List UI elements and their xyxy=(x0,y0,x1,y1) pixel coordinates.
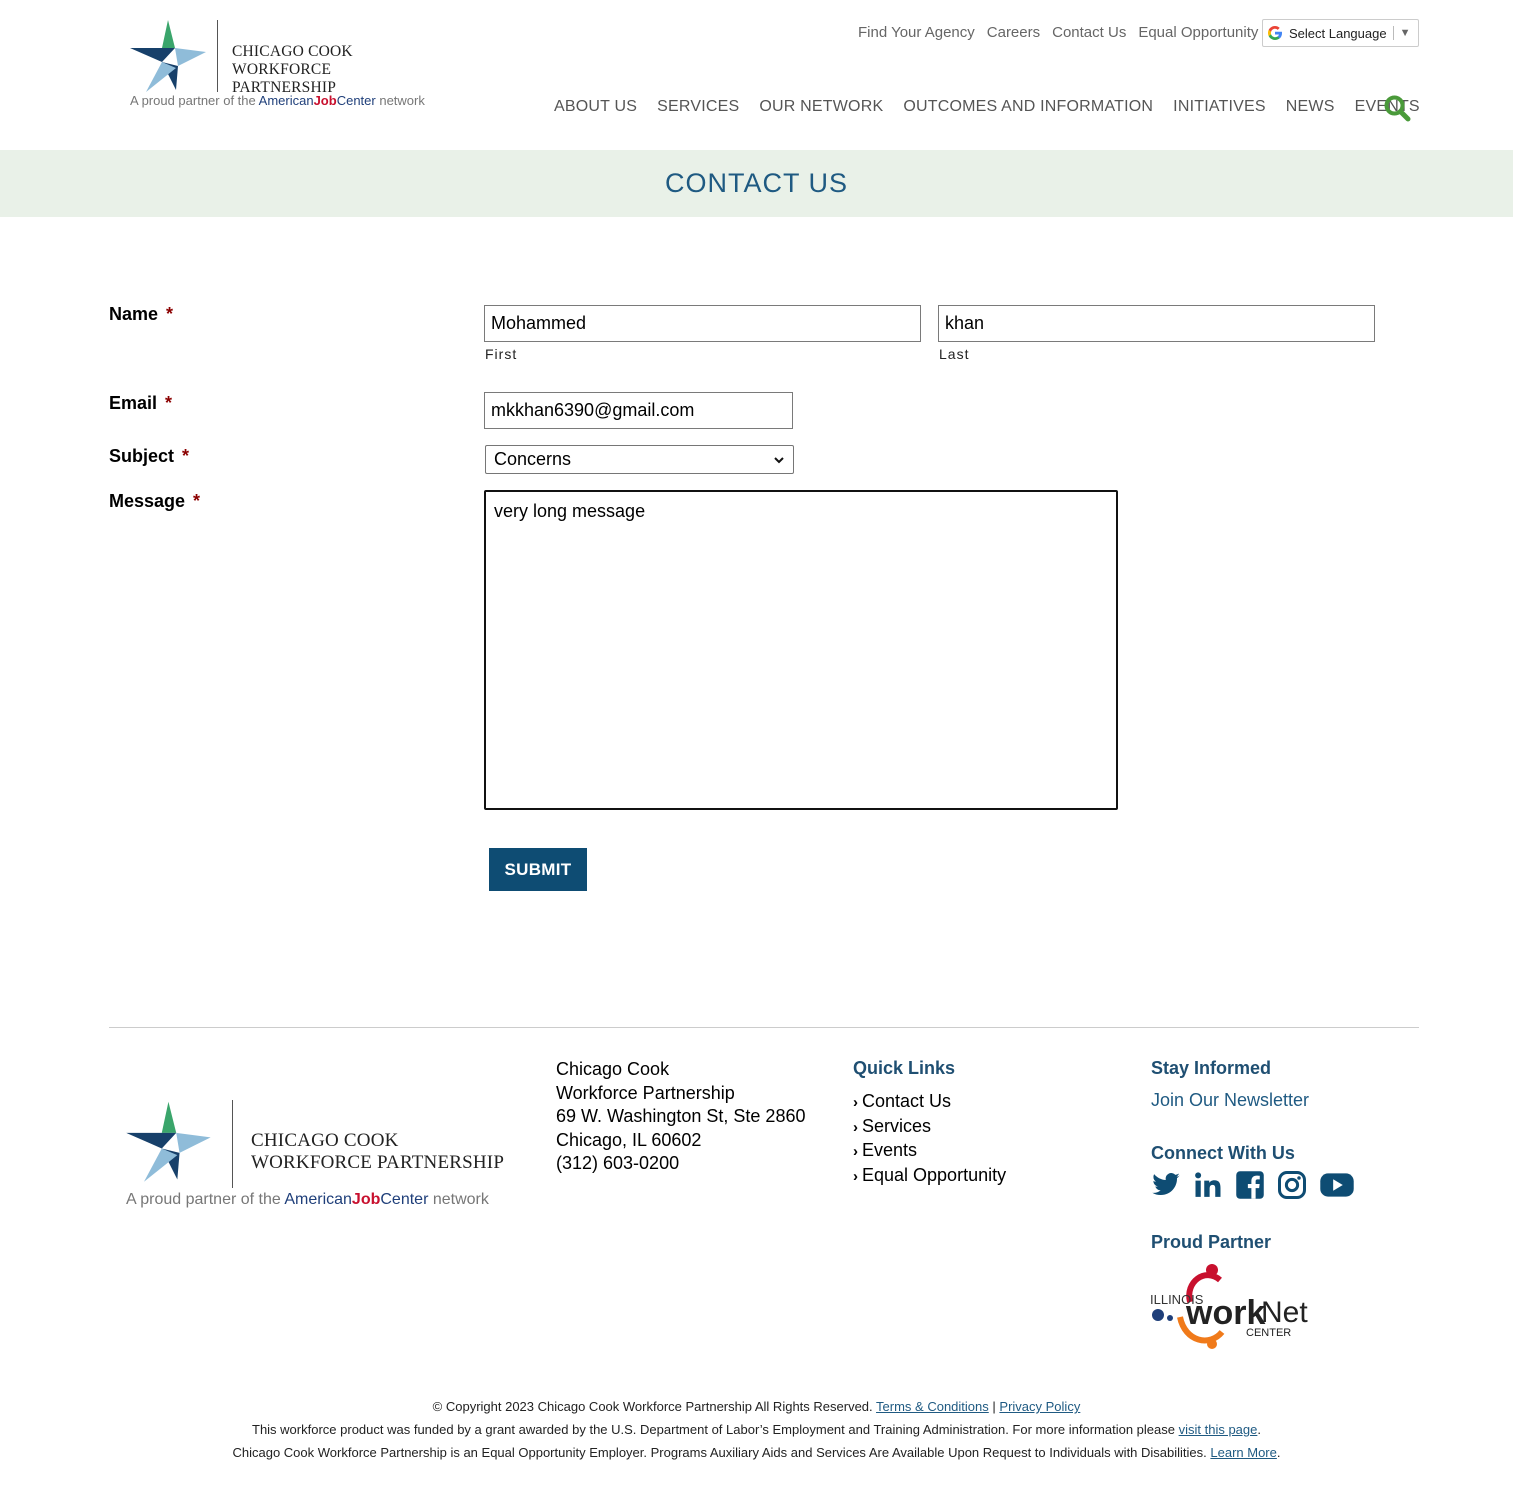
subject-select[interactable]: Concerns xyxy=(485,445,794,474)
search-icon[interactable] xyxy=(1383,94,1411,122)
quick-link-contact-us[interactable]: Contact Us xyxy=(862,1091,951,1111)
svg-text:Net: Net xyxy=(1261,1296,1308,1329)
connect-heading: Connect With Us xyxy=(1151,1143,1295,1163)
equal-opportunity-line: Chicago Cook Workforce Partnership is an… xyxy=(232,1445,1281,1460)
nav-about-us[interactable]: ABOUT US xyxy=(554,98,637,116)
nav-outcomes-and-information[interactable]: OUTCOMES AND INFORMATION xyxy=(903,98,1153,116)
star-logo-icon xyxy=(126,1101,211,1182)
language-selector[interactable]: Select Language ▼ xyxy=(1262,19,1419,47)
site-logo[interactable]: CHICAGO COOK WORKFORCE PARTNERSHIP A pro… xyxy=(128,18,438,112)
required-marker: * xyxy=(166,304,174,324)
nav-initiatives[interactable]: INITIATIVES xyxy=(1173,98,1266,116)
main-nav: ABOUT US SERVICES OUR NETWORK OUTCOMES A… xyxy=(554,98,1440,116)
svg-text:CENTER: CENTER xyxy=(1246,1327,1291,1339)
quick-link-events[interactable]: Events xyxy=(862,1140,917,1160)
first-name-sublabel: First xyxy=(485,346,518,362)
util-link-equal-opportunity[interactable]: Equal Opportunity xyxy=(1138,24,1258,44)
instagram-icon[interactable] xyxy=(1277,1170,1307,1200)
quick-links-heading: Quick Links xyxy=(853,1058,956,1078)
first-name-input[interactable]: Mohammed xyxy=(484,305,921,342)
google-icon xyxy=(1268,26,1282,40)
name-label: Name * xyxy=(109,304,174,324)
funding-line: This workforce product was funded by a g… xyxy=(252,1422,1261,1437)
utility-nav: Find Your Agency Careers Contact Us Equa… xyxy=(852,24,1264,44)
facebook-icon[interactable] xyxy=(1235,1170,1265,1200)
logo-wordmark: CHICAGO COOK WORKFORCE PARTNERSHIP xyxy=(251,1130,505,1173)
logo-tagline: A proud partner of the AmericanJobCenter… xyxy=(126,1191,489,1208)
nav-news[interactable]: NEWS xyxy=(1286,98,1335,116)
chevron-right-icon: › xyxy=(853,1094,858,1111)
util-link-careers[interactable]: Careers xyxy=(987,24,1040,44)
util-link-find-agency[interactable]: Find Your Agency xyxy=(858,24,975,44)
page-title: CONTACT US xyxy=(664,168,848,198)
nav-services[interactable]: SERVICES xyxy=(657,98,739,116)
worknet-logo-icon: ILLINOIS work Net CENTER xyxy=(1150,1264,1308,1349)
chevron-right-icon: › xyxy=(853,1118,858,1136)
copyright-line: © Copyright 2023 Chicago Cook Workforce … xyxy=(432,1399,1081,1414)
footer-phone: (312) 603-0200 xyxy=(556,1153,680,1173)
chevron-right-icon: › xyxy=(853,1143,858,1160)
proud-partner-heading: Proud Partner xyxy=(1151,1232,1272,1252)
logo-tagline: A proud partner of the AmericanJobCenter… xyxy=(130,93,425,108)
message-textarea[interactable]: very long message xyxy=(484,490,1118,810)
language-divider xyxy=(1392,26,1394,40)
newsletter-link[interactable]: Join Our Newsletter xyxy=(1151,1090,1309,1111)
quick-link-equal-opportunity[interactable]: Equal Opportunity xyxy=(862,1165,1006,1185)
nav-our-network[interactable]: OUR NETWORK xyxy=(759,98,883,116)
logo-wordmark: CHICAGO COOK WORKFORCE PARTNERSHIP xyxy=(232,43,353,96)
site-header: CHICAGO COOK WORKFORCE PARTNERSHIP A pro… xyxy=(0,0,1513,150)
learn-more-link[interactable]: Learn More xyxy=(1210,1445,1276,1460)
twitter-icon[interactable] xyxy=(1151,1170,1181,1200)
required-marker: * xyxy=(182,446,190,466)
subject-label: Subject * xyxy=(109,446,190,466)
dropdown-arrow-icon: ▼ xyxy=(1399,27,1411,39)
visit-this-page-link[interactable]: visit this page xyxy=(1179,1422,1258,1437)
page-banner: CONTACT US xyxy=(0,150,1513,217)
last-name-input[interactable]: khan xyxy=(938,305,1375,342)
quick-link-services[interactable]: Services xyxy=(862,1116,931,1136)
social-links xyxy=(1151,1170,1355,1200)
chevron-down-icon xyxy=(774,456,784,463)
linkedin-icon[interactable] xyxy=(1193,1170,1223,1200)
required-marker: * xyxy=(165,393,173,413)
required-marker: * xyxy=(193,491,201,511)
language-label: Select Language xyxy=(1289,25,1387,41)
quick-links-list: › Contact Us › Services › Events › Equal Opp… xyxy=(853,1090,1006,1188)
email-input[interactable]: mkkhan6390@gmail.com xyxy=(484,392,793,429)
subject-selected-value: Concerns xyxy=(494,449,572,469)
email-label: Email * xyxy=(109,393,173,413)
last-name-sublabel: Last xyxy=(939,346,970,362)
youtube-icon[interactable] xyxy=(1319,1170,1355,1200)
logo-divider xyxy=(217,20,218,92)
chevron-right-icon: › xyxy=(853,1167,858,1185)
privacy-link[interactable]: Privacy Policy xyxy=(999,1399,1080,1414)
footer-address: Chicago Cook Workforce Partnership 69 W.… xyxy=(556,1058,805,1176)
star-logo-icon xyxy=(130,20,206,92)
util-link-contact-us[interactable]: Contact Us xyxy=(1052,24,1126,44)
message-label: Message * xyxy=(109,491,201,511)
terms-link[interactable]: Terms & Conditions xyxy=(876,1399,989,1414)
illinois-worknet-logo[interactable]: ILLINOIS work Net CENTER xyxy=(1150,1262,1330,1352)
logo-divider xyxy=(232,1100,233,1188)
footer-logo[interactable]: CHICAGO COOK WORKFORCE PARTNERSHIP A pro… xyxy=(124,1098,509,1213)
submit-button[interactable]: SUBMIT xyxy=(489,848,587,891)
stay-informed-heading: Stay Informed xyxy=(1151,1058,1272,1078)
footer-divider xyxy=(109,1027,1419,1028)
